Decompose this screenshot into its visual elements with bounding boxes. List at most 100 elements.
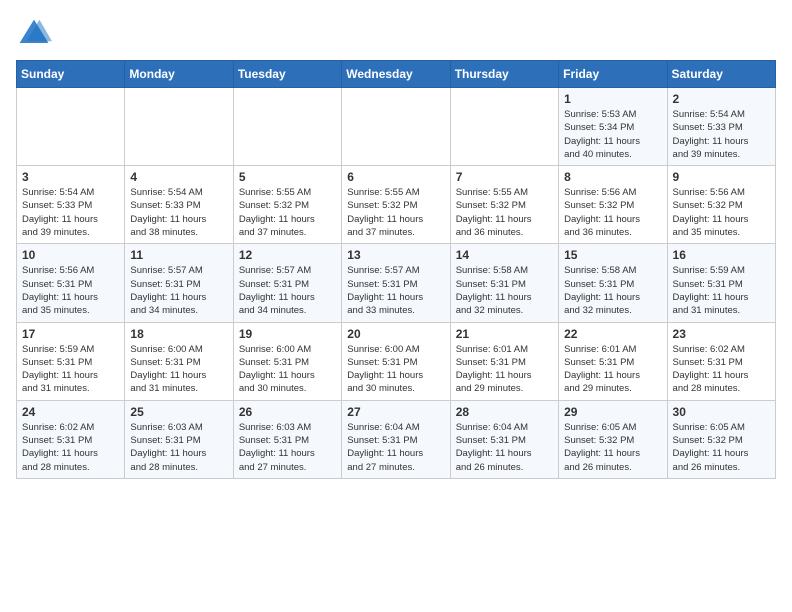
day-number: 5 [239, 170, 336, 184]
calendar-cell: 15 Sunrise: 5:58 AM Sunset: 5:31 PM Dayli… [559, 244, 667, 322]
day-number: 18 [130, 327, 227, 341]
day-info: Sunrise: 5:58 AM Sunset: 5:31 PM Dayligh… [564, 264, 661, 317]
calendar-cell: 12 Sunrise: 5:57 AM Sunset: 5:31 PM Dayli… [233, 244, 341, 322]
calendar-cell: 20 Sunrise: 6:00 AM Sunset: 5:31 PM Dayli… [342, 322, 450, 400]
calendar-cell: 3 Sunrise: 5:54 AM Sunset: 5:33 PM Daylig… [17, 166, 125, 244]
calendar-cell: 6 Sunrise: 5:55 AM Sunset: 5:32 PM Daylig… [342, 166, 450, 244]
day-number: 15 [564, 248, 661, 262]
weekday-header-thursday: Thursday [450, 61, 558, 88]
logo [16, 16, 56, 52]
day-number: 23 [673, 327, 770, 341]
day-info: Sunrise: 5:54 AM Sunset: 5:33 PM Dayligh… [673, 108, 770, 161]
calendar-week-row: 17Sunrise: 5:59 AM Sunset: 5:31 PM Dayli… [17, 322, 776, 400]
day-info: Sunrise: 5:56 AM Sunset: 5:32 PM Dayligh… [673, 186, 770, 239]
day-number: 12 [239, 248, 336, 262]
weekday-header-wednesday: Wednesday [342, 61, 450, 88]
day-info: Sunrise: 6:05 AM Sunset: 5:32 PM Dayligh… [673, 421, 770, 474]
calendar-cell: 27 Sunrise: 6:04 AM Sunset: 5:31 PM Dayli… [342, 400, 450, 478]
day-number: 28 [456, 405, 553, 419]
calendar-week-row: 24 Sunrise: 6:02 AM Sunset: 5:31 PM Dayli… [17, 400, 776, 478]
day-info: Sunrise: 6:04 AM Sunset: 5:31 PM Dayligh… [456, 421, 553, 474]
calendar-cell: 2Sunrise: 5:54 AM Sunset: 5:33 PM Daylig… [667, 88, 775, 166]
day-number: 13 [347, 248, 444, 262]
calendar-cell [342, 88, 450, 166]
weekday-header-sunday: Sunday [17, 61, 125, 88]
calendar-cell [450, 88, 558, 166]
day-info: Sunrise: 6:04 AM Sunset: 5:31 PM Dayligh… [347, 421, 444, 474]
calendar-cell: 29 Sunrise: 6:05 AM Sunset: 5:32 PM Dayli… [559, 400, 667, 478]
calendar-cell: 26 Sunrise: 6:03 AM Sunset: 5:31 PM Dayli… [233, 400, 341, 478]
weekday-header-tuesday: Tuesday [233, 61, 341, 88]
calendar-cell: 5 Sunrise: 5:55 AM Sunset: 5:32 PM Daylig… [233, 166, 341, 244]
calendar-cell: 4 Sunrise: 5:54 AM Sunset: 5:33 PM Daylig… [125, 166, 233, 244]
day-info: Sunrise: 6:00 AM Sunset: 5:31 PM Dayligh… [239, 343, 336, 396]
day-number: 21 [456, 327, 553, 341]
day-number: 19 [239, 327, 336, 341]
day-number: 9 [673, 170, 770, 184]
calendar-week-row: 1 Sunrise: 5:53 AM Sunset: 5:34 PM Daylig… [17, 88, 776, 166]
day-info: Sunrise: 5:55 AM Sunset: 5:32 PM Dayligh… [456, 186, 553, 239]
day-info: Sunrise: 5:57 AM Sunset: 5:31 PM Dayligh… [347, 264, 444, 317]
day-info: Sunrise: 5:56 AM Sunset: 5:32 PM Dayligh… [564, 186, 661, 239]
day-info: Sunrise: 5:55 AM Sunset: 5:32 PM Dayligh… [239, 186, 336, 239]
calendar-cell: 11 Sunrise: 5:57 AM Sunset: 5:31 PM Dayli… [125, 244, 233, 322]
calendar-cell: 25 Sunrise: 6:03 AM Sunset: 5:31 PM Dayli… [125, 400, 233, 478]
day-info: Sunrise: 5:54 AM Sunset: 5:33 PM Dayligh… [130, 186, 227, 239]
day-number: 17 [22, 327, 119, 341]
day-number: 20 [347, 327, 444, 341]
calendar-week-row: 10Sunrise: 5:56 AM Sunset: 5:31 PM Dayli… [17, 244, 776, 322]
day-info: Sunrise: 6:03 AM Sunset: 5:31 PM Dayligh… [130, 421, 227, 474]
day-number: 14 [456, 248, 553, 262]
day-number: 26 [239, 405, 336, 419]
day-number: 22 [564, 327, 661, 341]
day-number: 6 [347, 170, 444, 184]
day-info: Sunrise: 6:01 AM Sunset: 5:31 PM Dayligh… [456, 343, 553, 396]
day-number: 25 [130, 405, 227, 419]
calendar-cell: 18Sunrise: 6:00 AM Sunset: 5:31 PM Dayli… [125, 322, 233, 400]
calendar-cell [125, 88, 233, 166]
calendar-cell: 9 Sunrise: 5:56 AM Sunset: 5:32 PM Daylig… [667, 166, 775, 244]
day-number: 7 [456, 170, 553, 184]
day-number: 16 [673, 248, 770, 262]
calendar-week-row: 3 Sunrise: 5:54 AM Sunset: 5:33 PM Daylig… [17, 166, 776, 244]
calendar-cell: 19 Sunrise: 6:00 AM Sunset: 5:31 PM Dayli… [233, 322, 341, 400]
day-info: Sunrise: 5:53 AM Sunset: 5:34 PM Dayligh… [564, 108, 661, 161]
calendar-cell: 1 Sunrise: 5:53 AM Sunset: 5:34 PM Daylig… [559, 88, 667, 166]
calendar-cell: 28 Sunrise: 6:04 AM Sunset: 5:31 PM Dayli… [450, 400, 558, 478]
day-info: Sunrise: 5:57 AM Sunset: 5:31 PM Dayligh… [130, 264, 227, 317]
calendar-cell: 24 Sunrise: 6:02 AM Sunset: 5:31 PM Dayli… [17, 400, 125, 478]
day-number: 29 [564, 405, 661, 419]
day-number: 24 [22, 405, 119, 419]
day-info: Sunrise: 5:54 AM Sunset: 5:33 PM Dayligh… [22, 186, 119, 239]
day-info: Sunrise: 5:57 AM Sunset: 5:31 PM Dayligh… [239, 264, 336, 317]
day-number: 27 [347, 405, 444, 419]
calendar-cell: 23Sunrise: 6:02 AM Sunset: 5:31 PM Dayli… [667, 322, 775, 400]
day-info: Sunrise: 6:00 AM Sunset: 5:31 PM Dayligh… [347, 343, 444, 396]
day-number: 1 [564, 92, 661, 106]
weekday-header-saturday: Saturday [667, 61, 775, 88]
calendar-table: SundayMondayTuesdayWednesdayThursdayFrid… [16, 60, 776, 479]
calendar-cell: 10Sunrise: 5:56 AM Sunset: 5:31 PM Dayli… [17, 244, 125, 322]
day-number: 8 [564, 170, 661, 184]
day-number: 4 [130, 170, 227, 184]
calendar-body: 1 Sunrise: 5:53 AM Sunset: 5:34 PM Daylig… [17, 88, 776, 479]
day-info: Sunrise: 6:03 AM Sunset: 5:31 PM Dayligh… [239, 421, 336, 474]
day-info: Sunrise: 6:05 AM Sunset: 5:32 PM Dayligh… [564, 421, 661, 474]
day-number: 3 [22, 170, 119, 184]
day-number: 11 [130, 248, 227, 262]
day-info: Sunrise: 5:59 AM Sunset: 5:31 PM Dayligh… [673, 264, 770, 317]
day-number: 10 [22, 248, 119, 262]
calendar-cell: 16 Sunrise: 5:59 AM Sunset: 5:31 PM Dayli… [667, 244, 775, 322]
logo-icon [16, 16, 52, 52]
weekday-header-friday: Friday [559, 61, 667, 88]
calendar-cell: 8 Sunrise: 5:56 AM Sunset: 5:32 PM Daylig… [559, 166, 667, 244]
calendar-cell: 30 Sunrise: 6:05 AM Sunset: 5:32 PM Dayli… [667, 400, 775, 478]
day-info: Sunrise: 5:55 AM Sunset: 5:32 PM Dayligh… [347, 186, 444, 239]
calendar-cell [17, 88, 125, 166]
calendar-cell: 21 Sunrise: 6:01 AM Sunset: 5:31 PM Dayli… [450, 322, 558, 400]
page-header [16, 16, 776, 52]
day-info: Sunrise: 6:01 AM Sunset: 5:31 PM Dayligh… [564, 343, 661, 396]
day-number: 30 [673, 405, 770, 419]
calendar-cell: 17Sunrise: 5:59 AM Sunset: 5:31 PM Dayli… [17, 322, 125, 400]
day-info: Sunrise: 6:02 AM Sunset: 5:31 PM Dayligh… [22, 421, 119, 474]
